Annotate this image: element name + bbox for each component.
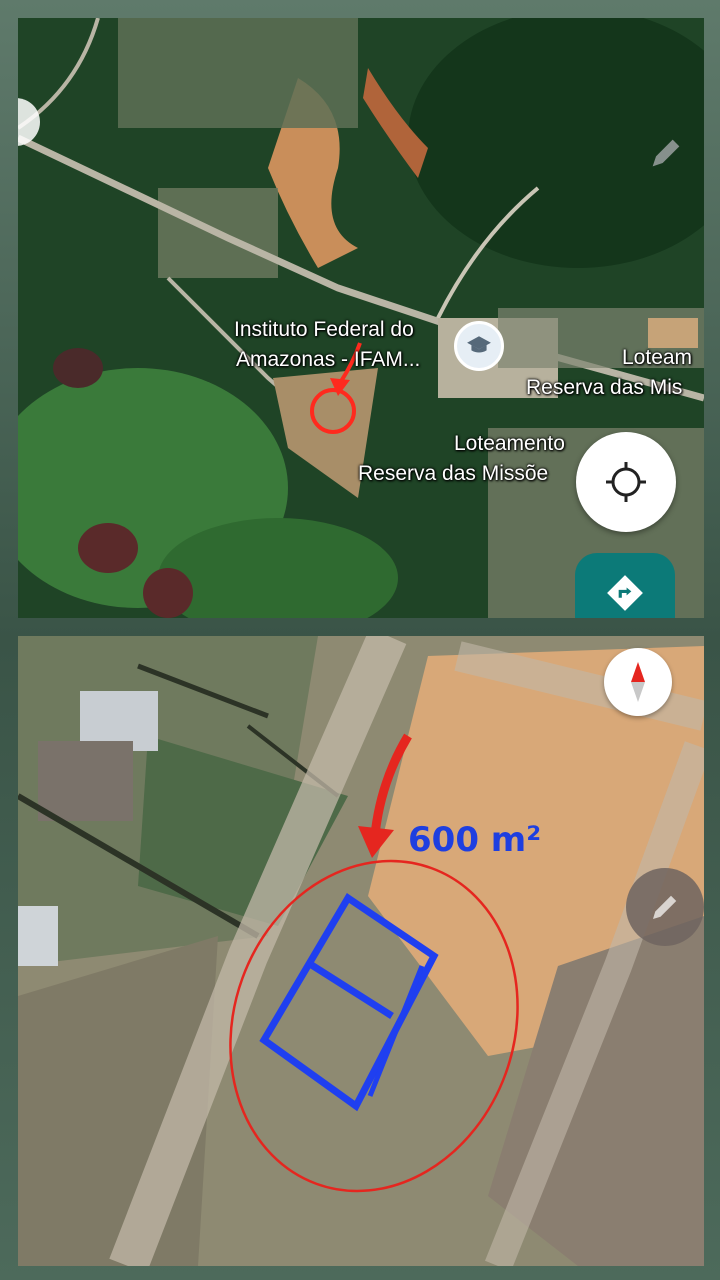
satellite-imagery-detail — [18, 636, 704, 1266]
compass-icon — [631, 662, 645, 702]
pencil-icon — [653, 895, 677, 919]
place-label-ifam-line2[interactable]: Amazonas - IFAM... — [236, 348, 420, 372]
directions-button[interactable] — [575, 553, 675, 618]
compass-button[interactable] — [604, 648, 672, 716]
satellite-map-overview[interactable]: Instituto Federal do Amazonas - IFAM... … — [18, 18, 704, 618]
directions-icon — [607, 575, 643, 611]
satellite-map-detail[interactable]: 600 m² — [18, 636, 704, 1266]
lot-label-center-line1[interactable]: Loteamento — [454, 432, 565, 456]
place-label-ifam-line1[interactable]: Instituto Federal do — [234, 318, 414, 342]
crosshair-icon — [606, 462, 646, 502]
area-annotation-label: 600 m² — [408, 820, 542, 860]
lot-label-right-line1[interactable]: Loteam — [622, 346, 692, 370]
graduation-cap-icon — [467, 336, 491, 353]
my-location-button[interactable] — [576, 432, 676, 532]
edit-pencil-button[interactable] — [626, 868, 704, 946]
school-pin-icon[interactable] — [454, 321, 504, 371]
edit-pencil-icon[interactable] — [646, 133, 686, 173]
lot-label-center-line2[interactable]: Reserva das Missõe — [358, 462, 548, 486]
lot-label-right-line2[interactable]: Reserva das Mis — [526, 376, 682, 400]
